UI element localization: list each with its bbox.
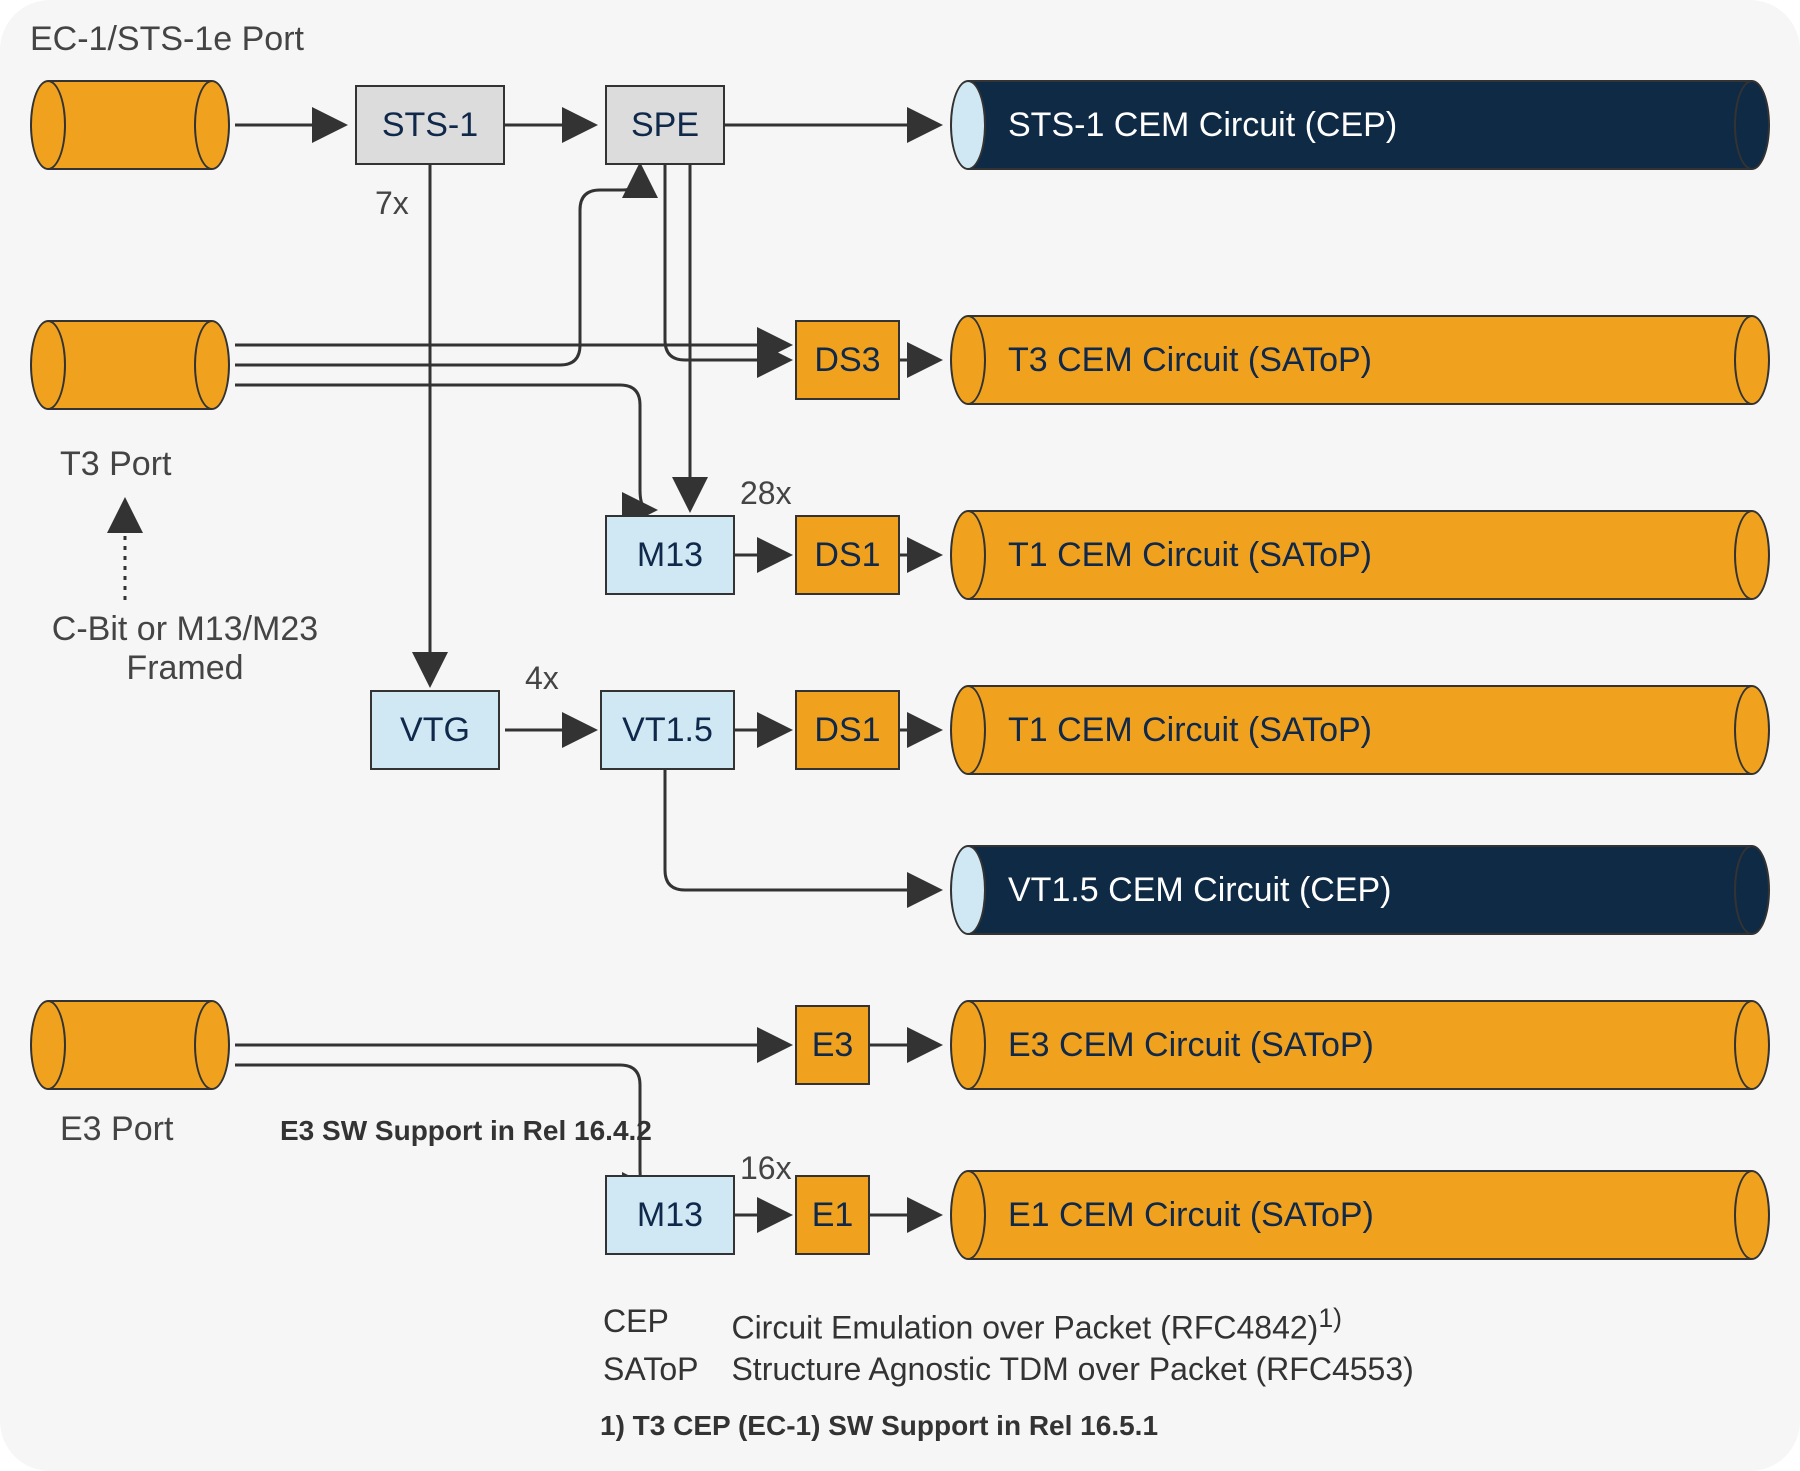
circuit-label: VT1.5 CEM Circuit (CEP) [968,871,1392,910]
circuit-e3: E3 CEM Circuit (SAToP) [950,1000,1770,1090]
circuit-label: T1 CEM Circuit (SAToP) [968,536,1372,575]
circuit-e1: E1 CEM Circuit (SAToP) [950,1170,1770,1260]
diagram-canvas: EC-1/STS-1e Port T3 Port E3 Port C-Bit o… [0,0,1800,1471]
box-ds3: DS3 [795,320,900,400]
circuit-label: T1 CEM Circuit (SAToP) [968,711,1372,750]
circuit-t1-a: T1 CEM Circuit (SAToP) [950,510,1770,600]
circuit-t3: T3 CEM Circuit (SAToP) [950,315,1770,405]
circuit-label: E1 CEM Circuit (SAToP) [968,1196,1374,1235]
box-e3: E3 [795,1005,870,1085]
legend-satop-key: SAToP [602,1350,728,1389]
legend-satop-val: Structure Agnostic TDM over Packet (RFC4… [730,1350,1414,1389]
box-e1: E1 [795,1175,870,1255]
box-sts1: STS-1 [355,85,505,165]
circuit-vt15: VT1.5 CEM Circuit (CEP) [950,845,1770,935]
legend: CEP Circuit Emulation over Packet (RFC48… [600,1300,1417,1391]
box-ds1-b: DS1 [795,690,900,770]
port-t3 [30,320,230,410]
circuit-sts1: STS-1 CEM Circuit (CEP) [950,80,1770,170]
circuit-label: E3 CEM Circuit (SAToP) [968,1026,1374,1065]
box-vt15: VT1.5 [600,690,735,770]
box-m13-bottom: M13 [605,1175,735,1255]
port-e3 [30,1000,230,1090]
legend-cep-val: Circuit Emulation over Packet (RFC4842)1… [730,1302,1414,1348]
circuit-label: STS-1 CEM Circuit (CEP) [968,106,1397,145]
box-vtg: VTG [370,690,500,770]
circuit-t1-b: T1 CEM Circuit (SAToP) [950,685,1770,775]
footnote: 1) T3 CEP (EC-1) SW Support in Rel 16.5.… [600,1410,1158,1442]
port-ec1 [30,80,230,170]
box-spe: SPE [605,85,725,165]
circuit-label: T3 CEM Circuit (SAToP) [968,341,1372,380]
legend-cep-key: CEP [602,1302,728,1348]
box-m13-top: M13 [605,515,735,595]
box-ds1-a: DS1 [795,515,900,595]
